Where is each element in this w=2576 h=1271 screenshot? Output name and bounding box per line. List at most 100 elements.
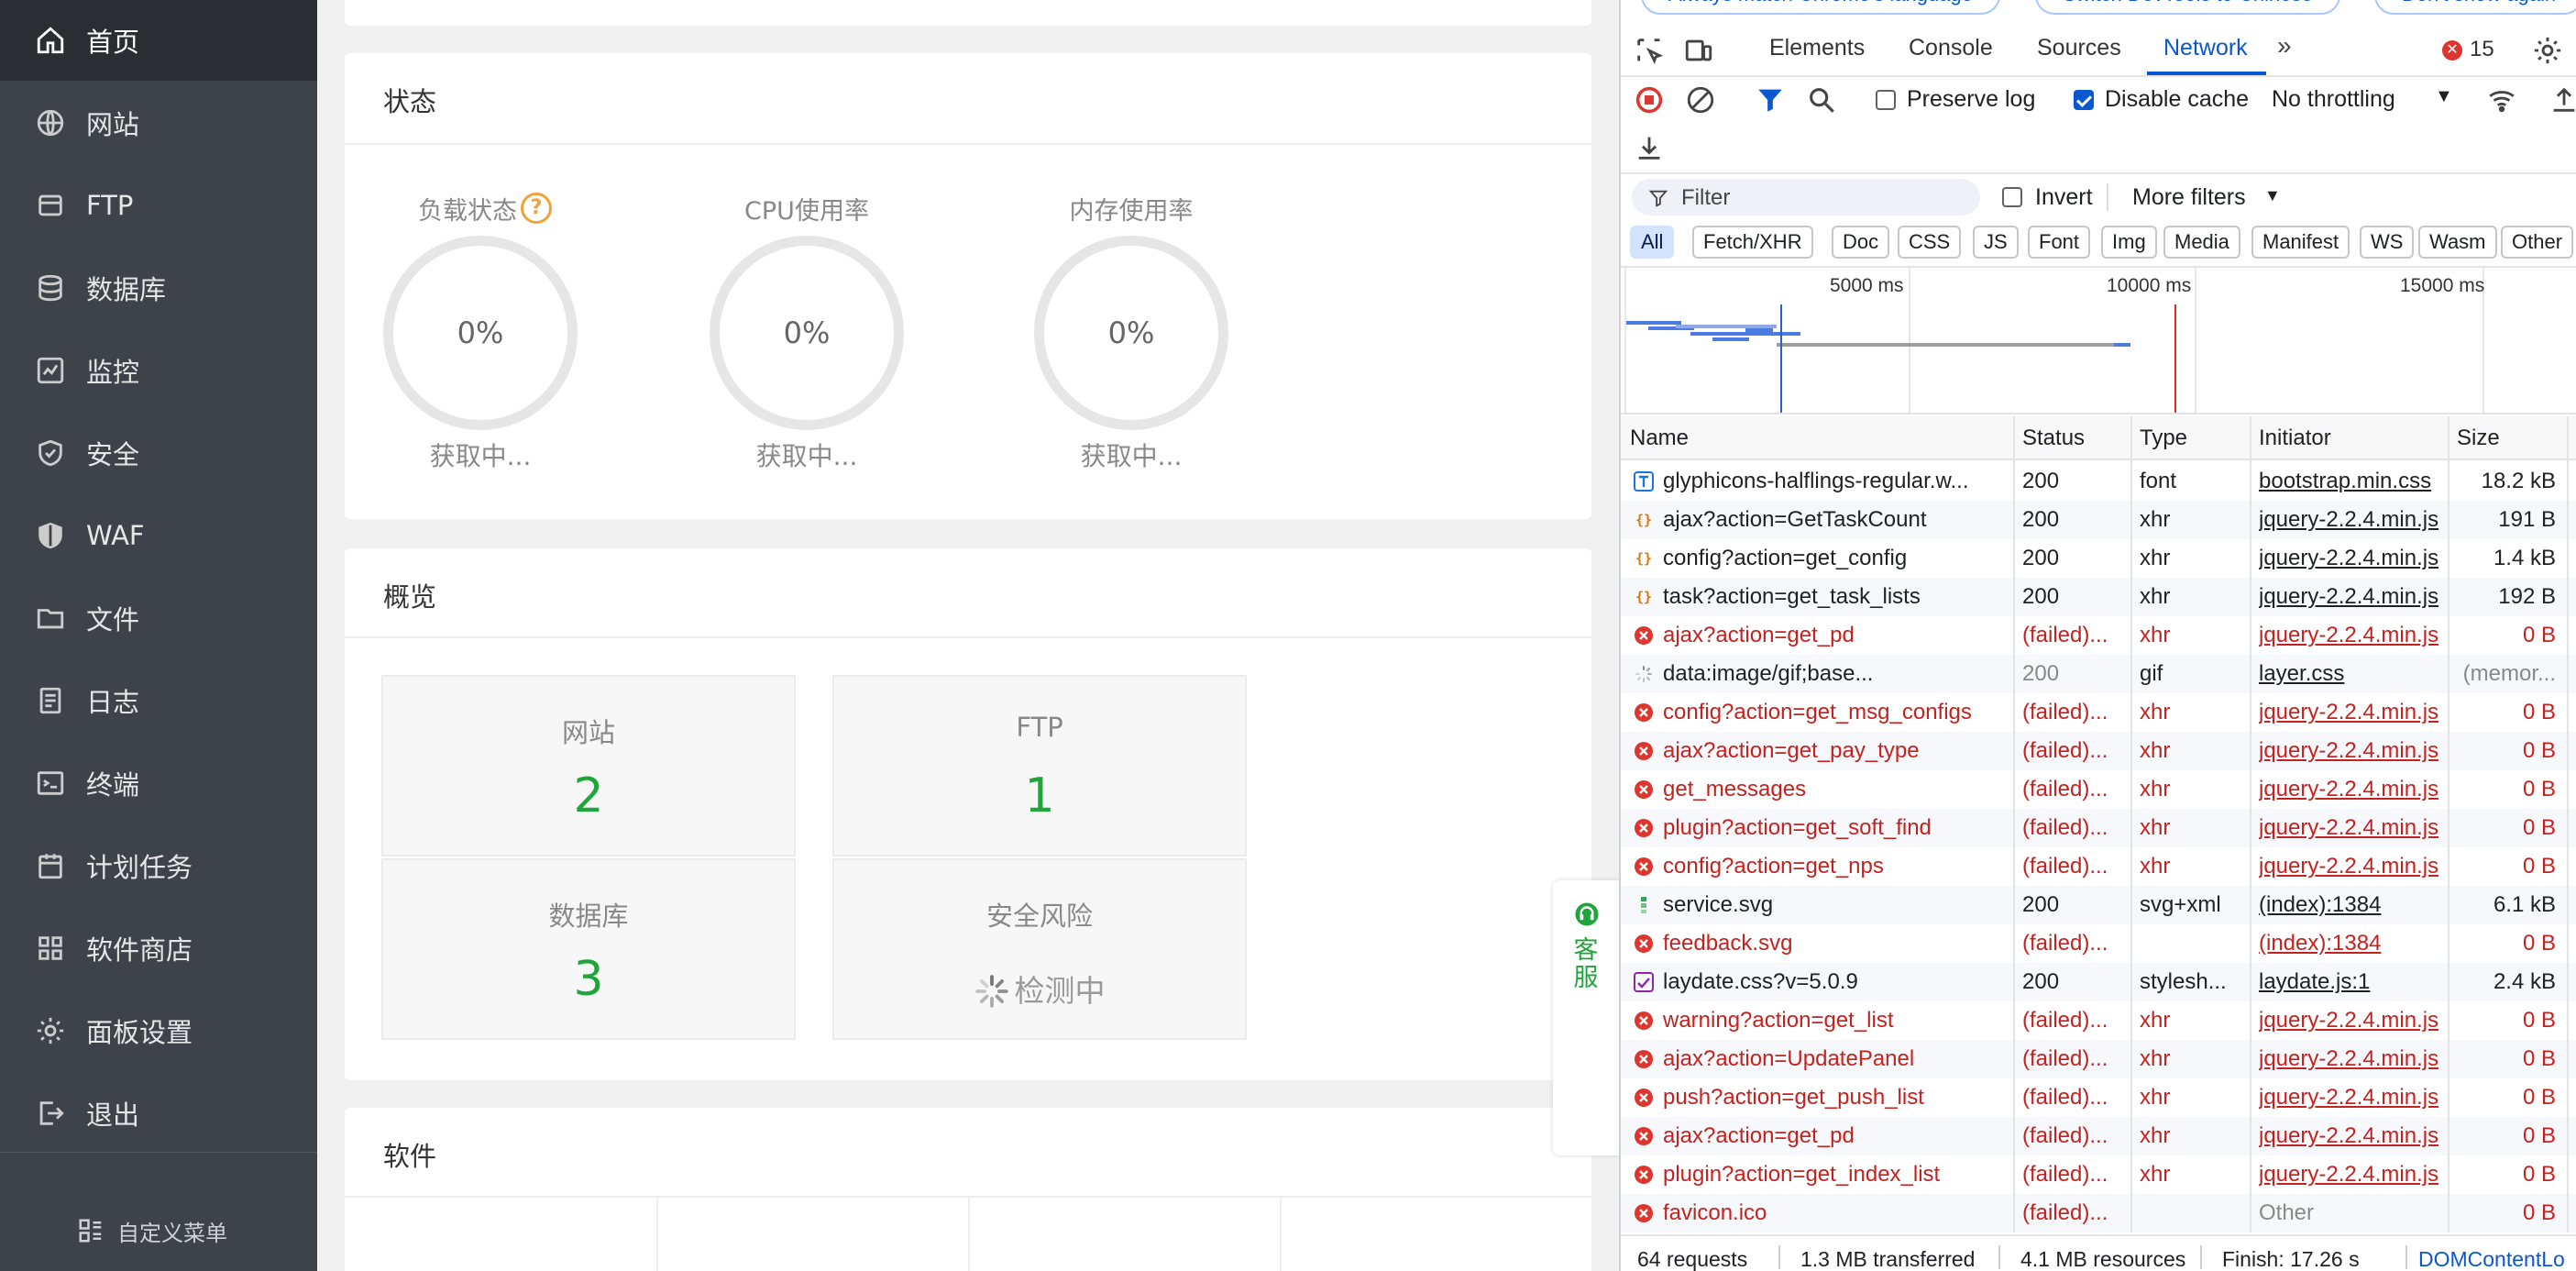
sidebar-item-logout[interactable]: 退出 (0, 1073, 317, 1154)
clear-icon[interactable] (1685, 84, 1716, 116)
table-row[interactable]: {} ajax?action=GetTaskCount 200 xhr jquery-2… (1621, 501, 2576, 539)
sidebar-item-logs[interactable]: 日志 (0, 660, 317, 741)
type-filter-ws[interactable]: WS (2360, 226, 2415, 259)
sidebar-item-files[interactable]: 文件 (0, 578, 317, 658)
upload-icon[interactable] (2548, 84, 2576, 116)
request-name[interactable]: config?action=get_msg_configs (1663, 700, 2008, 725)
table-row[interactable]: {} task?action=get_task_lists 200 xhr jquery… (1621, 578, 2576, 616)
overview-box-database[interactable]: 数据库 3 (381, 858, 796, 1040)
table-row[interactable]: ajax?action=get_pd (failed)... xhr jquery-2… (1621, 616, 2576, 655)
request-initiator[interactable]: (index):1384 (2259, 931, 2446, 956)
search-icon[interactable] (1806, 84, 1837, 116)
request-name[interactable]: ajax?action=get_pd (1663, 623, 2008, 648)
request-name[interactable]: ajax?action=get_pay_type (1663, 738, 2008, 764)
download-icon[interactable] (1634, 132, 1665, 163)
sidebar-item-cron[interactable]: 计划任务 (0, 825, 317, 906)
type-filter-all[interactable]: All (1630, 226, 1675, 259)
request-initiator[interactable]: jquery-2.2.4.min.js (2259, 1008, 2446, 1033)
table-row[interactable]: glyphicons-halflings-regular.w... 200 font… (1621, 462, 2576, 501)
network-timeline-overview[interactable]: 5000 ms 10000 ms 15000 ms (1621, 266, 2576, 414)
chevron-down-icon[interactable]: ▼ (2264, 186, 2281, 205)
type-filter-font[interactable]: Font (2028, 226, 2091, 259)
device-toolbar-icon[interactable] (1683, 35, 1714, 66)
sidebar-item-waf[interactable]: WAF (0, 495, 317, 576)
filter-funnel-icon[interactable] (1755, 84, 1786, 116)
table-row[interactable]: laydate.css?v=5.0.9 200 stylesh... laydate.… (1621, 963, 2576, 1001)
overview-box-website[interactable]: 网站 2 (381, 675, 796, 857)
request-name[interactable]: warning?action=get_list (1663, 1008, 2008, 1033)
request-initiator[interactable]: jquery-2.2.4.min.js (2259, 1085, 2446, 1111)
column-header-size[interactable]: Size (2457, 426, 2500, 451)
request-name[interactable]: laydate.css?v=5.0.9 (1663, 969, 2008, 995)
request-name[interactable]: service.svg (1663, 892, 2008, 918)
request-initiator[interactable]: jquery-2.2.4.min.js (2259, 777, 2446, 802)
sidebar-item-monitor[interactable]: 监控 (0, 330, 317, 411)
preserve-log-checkbox[interactable] (1876, 90, 1896, 110)
type-filter-js[interactable]: JS (1973, 226, 2019, 259)
record-stop-icon[interactable] (1634, 84, 1665, 116)
request-initiator[interactable]: jquery-2.2.4.min.js (2259, 1046, 2446, 1072)
overview-box-ftp[interactable]: FTP 1 (832, 675, 1247, 857)
switch-chinese-button[interactable]: Switch DevTools to Chinese (2035, 0, 2340, 15)
sidebar-item-ftp[interactable]: FTP (0, 165, 317, 246)
request-initiator[interactable]: jquery-2.2.4.min.js (2259, 854, 2446, 879)
help-icon[interactable]: ? (521, 193, 552, 224)
request-name[interactable]: feedback.svg (1663, 931, 2008, 956)
more-filters-dropdown[interactable]: More filters (2132, 184, 2246, 211)
request-initiator[interactable]: jquery-2.2.4.min.js (2259, 700, 2446, 725)
request-name[interactable]: config?action=get_nps (1663, 854, 2008, 879)
gear-icon[interactable] (2532, 35, 2563, 66)
table-row[interactable]: config?action=get_nps (failed)... xhr jquer… (1621, 847, 2576, 886)
tab-console[interactable]: Console (1909, 35, 1993, 61)
sidebar-item-security[interactable]: 安全 (0, 413, 317, 493)
sidebar-item-database[interactable]: 数据库 (0, 248, 317, 328)
type-filter-media[interactable]: Media (2163, 226, 2240, 259)
custom-menu-button[interactable]: 自定义菜单 (0, 1152, 317, 1271)
column-header-type[interactable]: Type (2140, 426, 2187, 451)
request-initiator[interactable]: jquery-2.2.4.min.js (2259, 815, 2446, 841)
table-row[interactable]: {} config?action=get_config 200 xhr jquery-2… (1621, 539, 2576, 578)
match-language-button[interactable]: Always match Chrome's language (1641, 0, 2000, 15)
request-name[interactable]: ajax?action=get_pd (1663, 1123, 2008, 1149)
type-filter-fetch-xhr[interactable]: Fetch/XHR (1692, 226, 1813, 259)
type-filter-manifest[interactable]: Manifest (2251, 226, 2350, 259)
table-row[interactable]: feedback.svg (failed)... (index):1384 0 B (1621, 924, 2576, 963)
overview-value[interactable]: 2 (383, 768, 794, 823)
overview-value[interactable]: 3 (383, 952, 794, 1007)
type-filter-css[interactable]: CSS (1898, 226, 1962, 259)
table-row[interactable]: get_messages (failed)... xhr jquery-2.2.4.m… (1621, 770, 2576, 809)
tab-sources[interactable]: Sources (2037, 35, 2121, 61)
table-row[interactable]: data:image/gif;base... 200 gif layer.css (me… (1621, 655, 2576, 693)
table-row[interactable]: ajax?action=get_pay_type (failed)... xhr jq… (1621, 732, 2576, 770)
request-initiator[interactable]: jquery-2.2.4.min.js (2259, 584, 2446, 610)
dont-show-again-button[interactable]: Don't show again (2374, 0, 2576, 15)
network-conditions-wifi-icon[interactable] (2486, 84, 2517, 116)
sidebar-item-settings[interactable]: 面板设置 (0, 990, 317, 1071)
request-name[interactable]: favicon.ico (1663, 1200, 2008, 1226)
table-row[interactable]: ajax?action=UpdatePanel (failed)... xhr jqu… (1621, 1040, 2576, 1078)
error-counter[interactable]: ✕ 15 (2442, 37, 2494, 62)
type-filter-other[interactable]: Other (2501, 226, 2574, 259)
table-row[interactable]: plugin?action=get_soft_find (failed)... xh… (1621, 809, 2576, 847)
disable-cache-checkbox[interactable] (2074, 90, 2094, 110)
request-name[interactable]: data:image/gif;base... (1663, 661, 2008, 687)
request-initiator[interactable]: laydate.js:1 (2259, 969, 2446, 995)
request-name[interactable]: config?action=get_config (1663, 546, 2008, 571)
inspect-element-icon[interactable] (1634, 35, 1665, 66)
chevron-down-icon[interactable]: ▼ (2435, 86, 2453, 107)
table-row[interactable]: config?action=get_msg_configs (failed)...… (1621, 693, 2576, 732)
table-row[interactable]: favicon.ico (failed)... Other 0 B (1621, 1194, 2576, 1232)
request-name[interactable]: glyphicons-halflings-regular.w... (1663, 469, 2008, 494)
tab-network[interactable]: Network (2163, 35, 2248, 61)
sidebar-item-website[interactable]: 网站 (0, 83, 317, 163)
type-filter-wasm[interactable]: Wasm (2418, 226, 2497, 259)
table-row[interactable]: ajax?action=get_pd (failed)... xhr jquery-2… (1621, 1117, 2576, 1155)
customer-service-button[interactable]: 客服 (1553, 880, 1619, 1155)
request-initiator[interactable]: jquery-2.2.4.min.js (2259, 1123, 2446, 1149)
more-tabs-chevron-icon[interactable]: » (2277, 31, 2292, 61)
overview-value[interactable]: 1 (834, 768, 1245, 823)
request-initiator[interactable]: (index):1384 (2259, 892, 2446, 918)
request-name[interactable]: push?action=get_push_list (1663, 1085, 2008, 1111)
type-filter-doc[interactable]: Doc (1832, 226, 1890, 259)
request-name[interactable]: task?action=get_task_lists (1663, 584, 2008, 610)
